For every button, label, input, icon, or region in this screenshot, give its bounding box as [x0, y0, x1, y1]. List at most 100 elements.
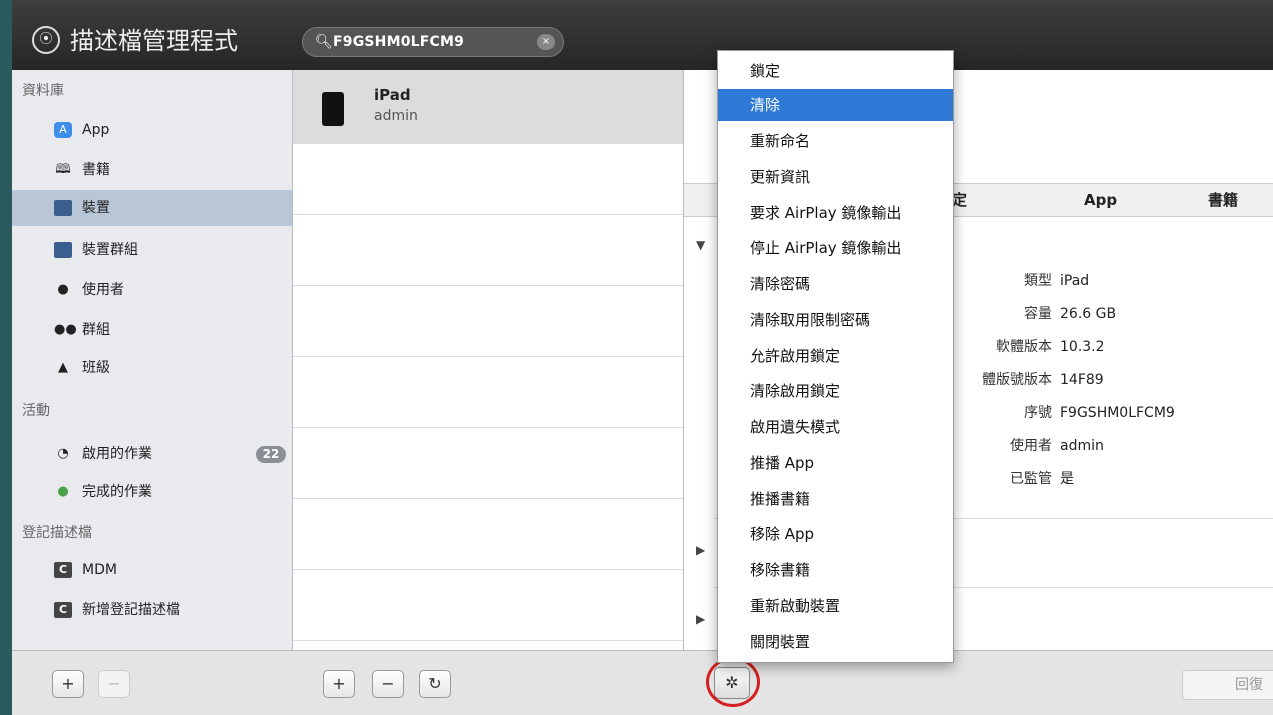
sidebar-item-label: 裝置群組 — [82, 242, 138, 258]
menu-item-clear-activation-lock[interactable]: 清除啟用鎖定 — [718, 375, 953, 407]
menu-item-push-books[interactable]: 推播書籍 — [718, 483, 953, 515]
info-key: 容量 — [1024, 306, 1052, 322]
sidebar-item-label: 書籍 — [82, 162, 110, 178]
sidebar-item-books[interactable]: 🕮 書籍 — [12, 152, 292, 188]
info-key: 體版號版本 — [982, 372, 1052, 388]
bottom-toolbar: + − + − ↻ ✲ 回復 — [12, 650, 1273, 715]
list-row-empty — [293, 428, 683, 499]
enrollment-profile-icon: C — [54, 602, 72, 618]
remove-device-button[interactable]: − — [372, 670, 404, 698]
collapse-triangle-icon[interactable]: ▼ — [696, 238, 705, 252]
device-list: iPad admin — [293, 70, 684, 650]
title-bar: ⦿ 描述檔管理程式 🔍︎ F9GSHM0LFCM9 × — [12, 0, 1273, 70]
sidebar-item-app[interactable]: A App — [12, 112, 292, 148]
info-value: 26.6 GB — [1060, 306, 1117, 322]
list-row-empty — [293, 144, 683, 215]
menu-item-update-info[interactable]: 更新資訊 — [718, 161, 953, 193]
info-value: 14F89 — [1060, 372, 1104, 388]
list-row-empty — [293, 286, 683, 357]
sidebar-item-devices[interactable]: 裝置 — [12, 190, 292, 226]
add-button[interactable]: + — [52, 670, 84, 698]
mdm-icon: C — [54, 562, 72, 578]
revert-button[interactable]: 回復 — [1182, 670, 1273, 700]
sidebar-item-label: 使用者 — [82, 282, 124, 298]
info-value: iPad — [1060, 273, 1090, 289]
menu-item-rename[interactable]: 重新命名 — [718, 125, 953, 157]
list-row-empty — [293, 499, 683, 570]
app-store-icon: A — [54, 122, 72, 138]
menu-item-clear-passcode[interactable]: 清除密碼 — [718, 268, 953, 300]
device-name: iPad — [374, 86, 411, 104]
sidebar-item-label: 啟用的作業 — [82, 446, 152, 462]
column-header-app[interactable]: App — [1084, 184, 1117, 216]
menu-item-shutdown-device[interactable]: 關閉裝置 — [718, 626, 953, 658]
info-value: F9GSHM0LFCM9 — [1060, 405, 1175, 421]
menu-item-clear-restrictions-passcode[interactable]: 清除取用限制密碼 — [718, 304, 953, 336]
sidebar-item-completed-tasks[interactable]: ● 完成的作業 — [12, 474, 292, 510]
expand-triangle-icon[interactable]: ▶ — [696, 543, 705, 557]
app-title: 描述檔管理程式 — [70, 27, 238, 55]
info-key: 使用者 — [1010, 438, 1052, 454]
menu-item-allow-activation-lock[interactable]: 允許啟用鎖定 — [718, 340, 953, 372]
user-icon: ● — [57, 282, 69, 297]
sidebar-item-label: 群組 — [82, 322, 110, 338]
info-key: 類型 — [1024, 273, 1052, 289]
info-key: 已監管 — [1010, 471, 1052, 487]
sidebar-item-mdm[interactable]: C MDM — [12, 552, 292, 588]
search-icon: 🔍︎ — [315, 34, 333, 50]
class-icon: ▲ — [58, 360, 68, 375]
clear-search-icon[interactable]: × — [537, 34, 555, 50]
app-logo-icon: ⦿ — [32, 26, 60, 54]
list-row-empty — [293, 570, 683, 641]
list-item[interactable]: iPad admin — [293, 70, 683, 144]
info-key: 序號 — [1024, 405, 1052, 421]
active-tasks-icon: ◔ — [57, 446, 69, 461]
task-count-badge: 22 — [256, 446, 286, 463]
sidebar-item-active-tasks[interactable]: ◔ 啟用的作業 22 — [12, 436, 292, 472]
remove-button[interactable]: − — [98, 670, 130, 698]
search-field[interactable]: 🔍︎ F9GSHM0LFCM9 × — [302, 27, 564, 57]
menu-item-remove-app[interactable]: 移除 App — [718, 518, 953, 550]
sidebar-item-label: App — [82, 122, 110, 138]
device-user: admin — [374, 108, 418, 124]
sidebar-section-activity: 活動 — [22, 403, 50, 419]
search-value: F9GSHM0LFCM9 — [333, 34, 465, 50]
list-row-empty — [293, 215, 683, 286]
sidebar-item-new-enrollment-profile[interactable]: C 新增登記描述檔 — [12, 592, 292, 628]
column-header-books[interactable]: 書籍 — [1208, 184, 1238, 216]
device-icon — [54, 200, 72, 216]
info-value: admin — [1060, 438, 1104, 454]
device-group-icon — [54, 242, 72, 258]
refresh-button[interactable]: ↻ — [419, 670, 451, 698]
expand-triangle-icon[interactable]: ▶ — [696, 612, 705, 626]
info-key: 軟體版本 — [996, 339, 1052, 355]
menu-item-push-app[interactable]: 推播 App — [718, 447, 953, 479]
add-device-button[interactable]: + — [323, 670, 355, 698]
menu-item-request-airplay[interactable]: 要求 AirPlay 鏡像輸出 — [718, 197, 953, 229]
completed-tasks-icon: ● — [57, 484, 69, 499]
sidebar-item-label: MDM — [82, 562, 117, 578]
column-header-lock[interactable]: 定 — [952, 184, 967, 216]
menu-item-restart-device[interactable]: 重新啟動裝置 — [718, 590, 953, 622]
sidebar-item-classes[interactable]: ▲ 班級 — [12, 350, 292, 386]
menu-item-lock[interactable]: 鎖定 — [718, 55, 953, 87]
sidebar-item-groups[interactable]: ●● 群組 — [12, 312, 292, 348]
sidebar-section-enrollment: 登記描述檔 — [22, 525, 92, 541]
sidebar-item-label: 裝置 — [82, 200, 110, 216]
menu-item-enable-lost-mode[interactable]: 啟用遺失模式 — [718, 411, 953, 443]
sidebar-item-users[interactable]: ● 使用者 — [12, 272, 292, 308]
annotation-circle — [706, 657, 760, 707]
action-menu: 鎖定 清除 重新命名 更新資訊 要求 AirPlay 鏡像輸出 停止 AirPl… — [717, 50, 954, 663]
group-icon: ●● — [54, 322, 77, 337]
menu-item-remove-books[interactable]: 移除書籍 — [718, 554, 953, 586]
sidebar-item-device-groups[interactable]: 裝置群組 — [12, 232, 292, 268]
sidebar: 資料庫 A App 🕮 書籍 裝置 裝置群組 ● 使用者 ●● 群組 ▲ 班級 — [12, 70, 293, 650]
menu-item-erase[interactable]: 清除 — [718, 89, 953, 121]
sidebar-item-label: 完成的作業 — [82, 484, 152, 500]
ipad-icon — [322, 92, 344, 126]
menu-item-stop-airplay[interactable]: 停止 AirPlay 鏡像輸出 — [718, 232, 953, 264]
info-value: 是 — [1060, 471, 1074, 487]
list-row-empty — [293, 357, 683, 428]
info-value: 10.3.2 — [1060, 339, 1105, 355]
app-window: ⦿ 描述檔管理程式 🔍︎ F9GSHM0LFCM9 × 資料庫 A App 🕮 … — [12, 0, 1273, 715]
